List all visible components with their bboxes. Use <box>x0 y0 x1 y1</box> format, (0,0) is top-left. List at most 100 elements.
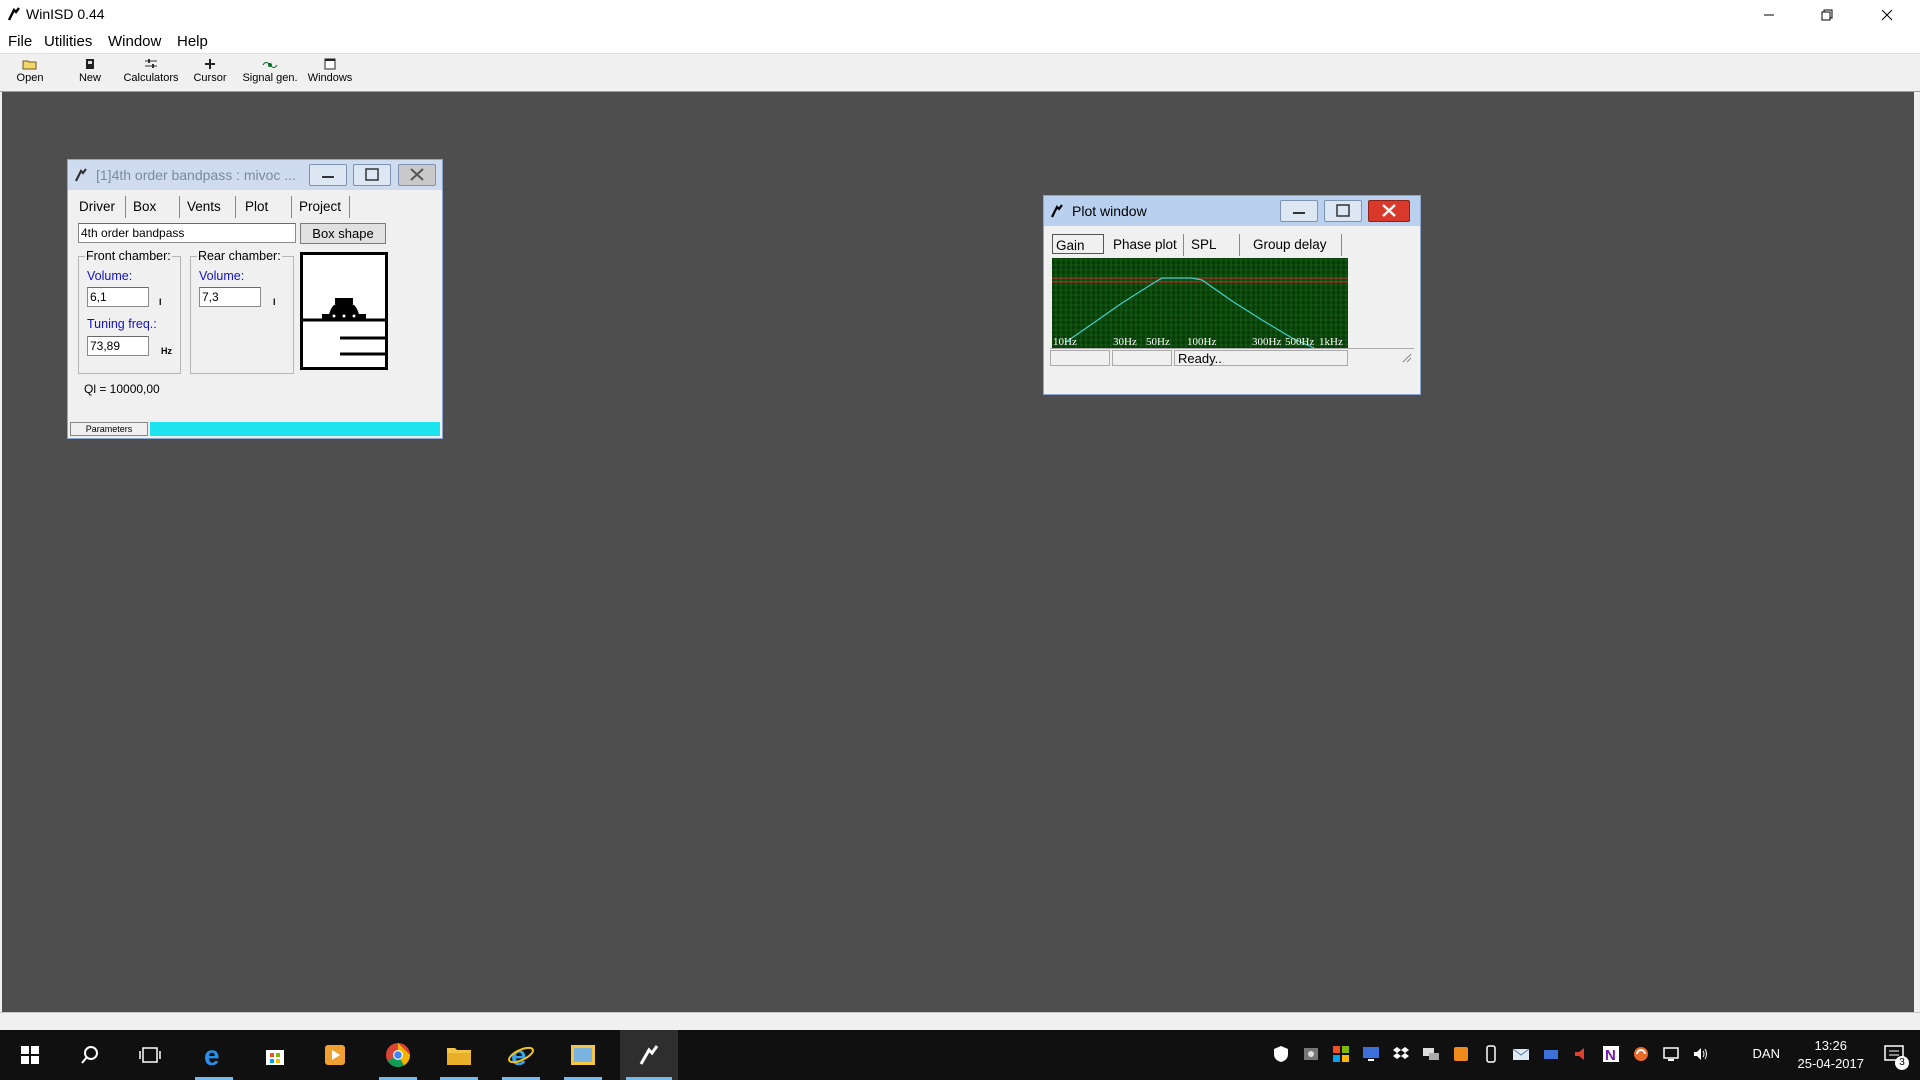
parameters-tab[interactable]: Parameters <box>70 422 148 436</box>
tray-windows-icon[interactable] <box>1332 1045 1350 1063</box>
internet-explorer-icon: e <box>508 1042 534 1068</box>
restore-button[interactable] <box>1798 0 1856 29</box>
tab-phase-plot[interactable]: Phase plot <box>1110 234 1184 256</box>
rear-volume-input[interactable]: 7,3 <box>199 287 261 307</box>
store-icon <box>266 1050 284 1065</box>
taskbar-chrome[interactable] <box>373 1030 423 1080</box>
tab-spl[interactable]: SPL <box>1188 234 1240 256</box>
tray-sync-icon[interactable] <box>1632 1045 1650 1063</box>
front-chamber-label: Front chamber: <box>85 249 172 263</box>
plot-close-button[interactable] <box>1368 200 1410 222</box>
minimize-icon <box>322 176 334 178</box>
tray-volume-icon[interactable] <box>1692 1045 1710 1063</box>
taskbar-media-player[interactable] <box>310 1030 360 1080</box>
winisd-doc-icon <box>1051 204 1063 218</box>
toolbar-windows-button[interactable]: Windows <box>306 56 354 90</box>
tab-vents[interactable]: Vents <box>184 196 236 218</box>
rear-volume-unit: l <box>273 297 276 307</box>
tab-driver[interactable]: Driver <box>76 196 126 218</box>
tray-security-icon[interactable] <box>1272 1045 1290 1063</box>
toolbar-signal-gen-button[interactable]: Signal gen. <box>240 56 300 90</box>
tray-orange-app-icon[interactable] <box>1452 1045 1470 1063</box>
tab-gain[interactable]: Gain <box>1052 234 1104 254</box>
maximize-icon <box>1336 204 1350 217</box>
winisd-doc-icon <box>75 168 87 182</box>
status-cell-1 <box>1050 350 1110 366</box>
tray-app-icon[interactable] <box>1302 1045 1320 1063</box>
rear-chamber-group: Rear chamber: Volume: 7,3 l <box>190 249 294 374</box>
start-button[interactable] <box>5 1030 55 1080</box>
tray-dropbox-icon[interactable] <box>1392 1045 1410 1063</box>
task-view-button[interactable] <box>125 1030 175 1080</box>
chrome-icon <box>386 1043 410 1068</box>
tab-group-delay[interactable]: Group delay <box>1250 234 1342 256</box>
menu-utilities[interactable]: Utilities <box>44 33 92 50</box>
taskbar-store[interactable] <box>250 1030 300 1080</box>
menu-file[interactable]: File <box>8 33 32 50</box>
clock-date: 25-04-2017 <box>1797 1056 1865 1071</box>
language-indicator[interactable]: DAN <box>1753 1046 1780 1061</box>
toolbar-cursor-label: Cursor <box>193 72 227 84</box>
taskbar-edge[interactable]: e <box>189 1030 239 1080</box>
tray-usb-icon[interactable] <box>1482 1045 1500 1063</box>
menu-help[interactable]: Help <box>177 33 208 50</box>
tray-monitor-icon[interactable] <box>1362 1045 1380 1063</box>
minimize-button[interactable] <box>1740 0 1798 29</box>
folder-open-icon <box>22 60 37 70</box>
plot-window-titlebar[interactable]: Plot window <box>1044 196 1420 226</box>
plot-maximize-button[interactable] <box>1324 200 1362 222</box>
calculator-sliders-icon <box>145 59 157 68</box>
action-center-button[interactable]: 3 <box>1870 1030 1920 1080</box>
close-button[interactable] <box>1858 0 1916 29</box>
project-window-titlebar[interactable]: [1]4th order bandpass : mivoc ... <box>68 160 442 190</box>
taskbar-internet-explorer[interactable]: e <box>496 1030 546 1080</box>
taskbar-image-viewer[interactable] <box>558 1030 608 1080</box>
tab-project[interactable]: Project <box>296 196 350 218</box>
tab-box[interactable]: Box <box>130 196 180 218</box>
tray-speaker-red-icon[interactable] <box>1572 1045 1590 1063</box>
notification-count: 3 <box>1895 1056 1909 1070</box>
x-label: 1kHz <box>1319 336 1343 348</box>
winisd-icon <box>639 1045 659 1065</box>
status-text: Ready.. <box>1174 350 1348 366</box>
toolbar-cursor-button[interactable]: Cursor <box>190 56 230 90</box>
gain-plot[interactable]: 10Hz 30Hz 50Hz 100Hz 300Hz 500Hz 1kHz <box>1052 258 1348 348</box>
x-label: 10Hz <box>1053 336 1077 348</box>
taskbar-winisd[interactable] <box>620 1030 678 1080</box>
toolbar-signal-gen-label: Signal gen. <box>242 72 298 84</box>
taskbar-clock[interactable]: 13:26 25-04-2017 <box>1798 1037 1865 1073</box>
plot-minimize-button[interactable] <box>1280 200 1318 222</box>
x-label: 50Hz <box>1146 336 1170 348</box>
svg-text:N: N <box>1605 1047 1616 1063</box>
plot-statusbar: Ready.. <box>1050 348 1414 366</box>
tray-onenote-icon[interactable]: N <box>1602 1045 1620 1063</box>
box-type-field[interactable]: 4th order bandpass <box>78 223 296 243</box>
search-icon <box>81 1046 98 1064</box>
toolbar-calculators-label: Calculators <box>123 72 179 84</box>
x-label: 100Hz <box>1187 336 1216 348</box>
search-button[interactable] <box>65 1030 115 1080</box>
app-titlebar: WinISD 0.44 <box>0 0 1920 29</box>
tray-cloud-icon[interactable] <box>1542 1045 1560 1063</box>
tray-network-share-icon[interactable] <box>1422 1045 1440 1063</box>
toolbar-open-button[interactable]: Open <box>10 56 50 90</box>
front-volume-input[interactable]: 6,1 <box>87 287 149 307</box>
menu-window[interactable]: Window <box>108 33 161 50</box>
tray-mail-icon[interactable] <box>1512 1045 1530 1063</box>
tray-network-icon[interactable] <box>1662 1045 1680 1063</box>
toolbar-new-button[interactable]: New <box>72 56 108 90</box>
x-label: 30Hz <box>1113 336 1137 348</box>
image-viewer-icon <box>571 1045 595 1065</box>
taskbar-file-explorer[interactable] <box>434 1030 484 1080</box>
new-document-icon <box>86 59 94 69</box>
close-icon <box>1881 9 1893 20</box>
front-tuning-input[interactable]: 73,89 <box>87 336 149 356</box>
project-maximize-button[interactable] <box>353 164 391 186</box>
box-shape-button[interactable]: Box shape <box>300 223 386 244</box>
project-minimize-button[interactable] <box>309 164 347 186</box>
toolbar-calculators-button[interactable]: Calculators <box>120 56 182 90</box>
project-close-button[interactable] <box>398 164 436 186</box>
resize-grip-icon[interactable] <box>1402 353 1412 363</box>
minimize-icon <box>1764 14 1774 15</box>
tab-plot[interactable]: Plot <box>242 196 292 218</box>
